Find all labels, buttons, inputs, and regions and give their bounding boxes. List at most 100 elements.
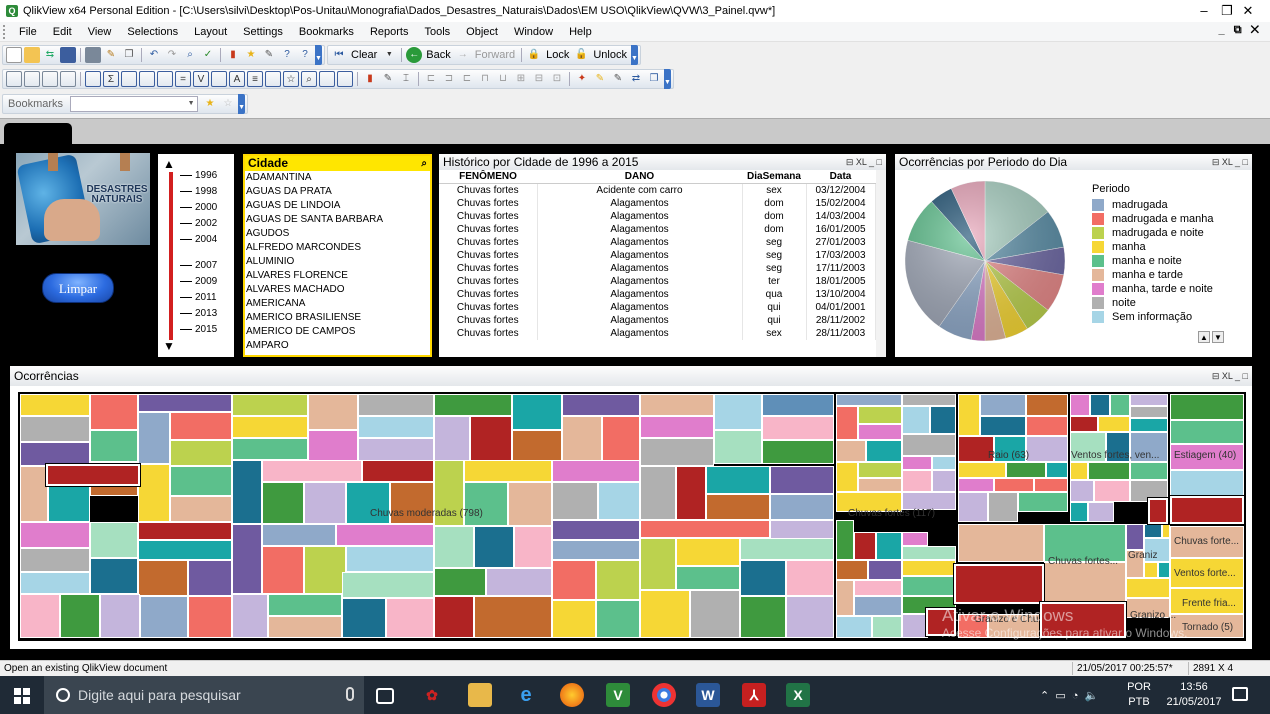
app-puzzle-icon[interactable]: ✿ <box>420 683 444 707</box>
treemap-cell[interactable] <box>836 440 866 462</box>
treemap-cell[interactable] <box>1026 416 1068 436</box>
file-explorer-icon[interactable] <box>468 683 492 707</box>
table-row[interactable]: Chuvas fortes Alagamentos seg 27/01/2003 <box>439 236 876 249</box>
chart-icon[interactable] <box>157 71 173 87</box>
treemap-cell[interactable] <box>866 440 902 462</box>
treemap-cell[interactable] <box>386 598 434 638</box>
treemap-cell[interactable] <box>932 456 956 470</box>
table-row[interactable]: Chuvas fortes Alagamentos sex 28/11/2003 <box>439 327 876 340</box>
treemap-cell[interactable] <box>1094 480 1130 502</box>
treemap-cell[interactable] <box>474 526 514 568</box>
treemap-cell[interactable] <box>20 442 90 466</box>
treemap-cell[interactable] <box>958 394 980 436</box>
treemap-cell[interactable] <box>902 532 928 546</box>
table-row[interactable]: Chuvas fortes Alagamentos seg 17/11/2003 <box>439 262 876 275</box>
treemap-cell[interactable] <box>740 596 786 638</box>
align-icon[interactable]: ⌶ <box>398 71 414 87</box>
toolbar-overflow-icon[interactable]: ▼ <box>315 45 322 65</box>
table-box-icon[interactable] <box>139 71 155 87</box>
treemap-cell[interactable] <box>336 524 434 546</box>
new-sheet-icon[interactable] <box>6 71 22 87</box>
legend-item[interactable]: madrugada e noite <box>1092 226 1204 240</box>
cidade-list-item[interactable]: ANALANDIA <box>245 353 430 355</box>
table-row[interactable]: Chuvas fortes Alagamentos qua 13/10/2004 <box>439 288 876 301</box>
treemap-cell[interactable] <box>714 430 762 464</box>
toolbar-overflow-icon[interactable]: ▼ <box>238 94 246 114</box>
treemap-cell[interactable] <box>770 466 834 494</box>
treemap-cell[interactable] <box>90 394 138 430</box>
table-row[interactable]: Chuvas fortes Alagamentos qui 04/01/2001 <box>439 301 876 314</box>
year-tick-label[interactable]: 2007 <box>180 260 217 271</box>
treemap-cell[interactable] <box>1026 394 1068 416</box>
text-object-icon[interactable]: A <box>229 71 245 87</box>
treemap-cell[interactable] <box>640 520 770 538</box>
treemap-cell[interactable] <box>562 394 640 416</box>
slider-rail[interactable] <box>169 172 173 340</box>
treemap-cell[interactable] <box>836 520 854 560</box>
year-tick-label[interactable]: 2011 <box>180 292 217 303</box>
clear-button[interactable]: Clear <box>348 49 380 61</box>
star-icon[interactable]: ★ <box>243 47 259 63</box>
cidade-list-item[interactable]: AMPARO <box>245 339 430 353</box>
treemap-cell[interactable] <box>552 600 596 638</box>
treemap-cell[interactable] <box>262 482 304 524</box>
treemap-cell[interactable] <box>434 596 474 638</box>
treemap-cell[interactable] <box>90 522 138 558</box>
system-tray-icons[interactable]: ⌃ ▭ ◔ 🔈 <box>1040 676 1098 714</box>
slider-object-icon[interactable] <box>265 71 281 87</box>
year-tick-label[interactable]: 2009 <box>180 276 217 287</box>
treemap-cell[interactable] <box>958 524 1044 562</box>
cidade-list-item[interactable]: ALUMINIO <box>245 255 430 269</box>
new-document-icon[interactable] <box>6 47 22 63</box>
treemap-cell[interactable] <box>902 576 956 596</box>
align-top-icon[interactable]: ⊓ <box>477 71 493 87</box>
forward-button[interactable]: Forward <box>472 49 518 61</box>
year-tick-label[interactable]: 1996 <box>180 170 217 181</box>
treemap-cell[interactable] <box>836 394 902 406</box>
menu-object[interactable]: Object <box>458 26 506 38</box>
cidade-list-item[interactable]: AMERICANA <box>245 297 430 311</box>
treemap-cell[interactable] <box>836 616 872 638</box>
treemap-cell[interactable] <box>170 412 232 440</box>
treemap-cell[interactable] <box>358 394 434 416</box>
treemap-cell[interactable] <box>20 572 90 594</box>
treemap-cell[interactable] <box>1070 394 1090 416</box>
treemap-cell[interactable] <box>836 406 858 440</box>
year-tick-label[interactable]: 2000 <box>180 202 217 213</box>
caption-controls[interactable]: ⊟ XL _ □ <box>1212 154 1248 170</box>
toolbar-overflow-icon[interactable]: ▼ <box>664 69 671 89</box>
table-row[interactable]: Chuvas fortes Alagamentos dom 15/02/2004 <box>439 197 876 210</box>
treemap-cell[interactable] <box>988 492 1018 522</box>
treemap-cell[interactable] <box>1070 462 1088 480</box>
align-bottom-icon[interactable]: ⊔ <box>495 71 511 87</box>
treemap-cell[interactable] <box>1130 418 1168 432</box>
treemap-cell[interactable] <box>1018 492 1068 512</box>
treemap-cell-highlighted[interactable] <box>46 464 140 486</box>
treemap-cell[interactable] <box>308 430 358 462</box>
treemap-cell-highlighted[interactable] <box>954 564 1044 604</box>
treemap-cell[interactable] <box>902 406 930 434</box>
table-row[interactable]: Chuvas fortes Alagamentos dom 14/03/2004 <box>439 210 876 223</box>
year-slider[interactable]: ▲ ▼ 1996 1998 2000 2002 2004 2007 2009 2011 2013… <box>158 154 234 357</box>
menu-edit[interactable]: Edit <box>45 26 80 38</box>
language-indicator[interactable]: POR PTB <box>1124 680 1154 710</box>
context-help-icon[interactable]: ? <box>297 47 313 63</box>
treemap-cell[interactable] <box>20 394 90 416</box>
table-row[interactable]: Chuvas fortes Alagamentos dom 16/01/2005 <box>439 223 876 236</box>
current-selections-icon[interactable]: V <box>193 71 209 87</box>
treemap-cell[interactable] <box>434 568 486 596</box>
treemap-cell[interactable] <box>268 616 342 638</box>
treemap-cell[interactable] <box>676 538 740 566</box>
treemap-cell[interactable] <box>512 430 562 464</box>
chevron-down-icon[interactable]: ▼ <box>1212 331 1224 343</box>
mdi-controls[interactable]: _ ⧉ ✕ <box>1219 24 1262 37</box>
undo-icon[interactable]: ↶ <box>146 47 162 63</box>
treemap-cell[interactable] <box>232 394 308 416</box>
treemap-cell[interactable] <box>90 558 138 594</box>
treemap-cell[interactable] <box>90 430 138 462</box>
edge-browser-icon[interactable]: e <box>514 683 538 707</box>
treemap-cell-highlighted[interactable] <box>1148 498 1168 524</box>
menu-layout[interactable]: Layout <box>186 26 235 38</box>
refresh-icon[interactable]: ⇆ <box>42 47 58 63</box>
treemap-cell[interactable] <box>902 456 932 470</box>
